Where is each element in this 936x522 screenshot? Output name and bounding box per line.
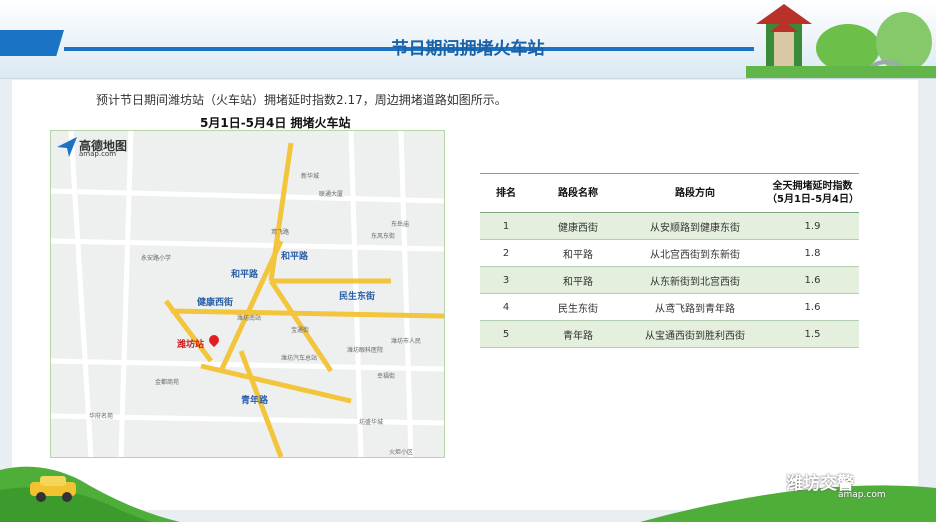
map-place: 东风东街	[371, 233, 396, 240]
table-row: 2 和平路 从北宫西街到东新街 1.8	[480, 239, 859, 267]
cell-direction: 从东新街到北宫西街	[624, 266, 766, 294]
table-row: 1 健康西街 从安顺路到健康东街 1.9	[480, 212, 859, 240]
table-row: 3 和平路 从东新街到北宫西街 1.6	[480, 266, 859, 294]
road-label-heping-2: 和平路	[231, 270, 259, 280]
cell-index: 1.6	[766, 293, 859, 321]
map-place: 鸢飞路	[271, 229, 290, 236]
cell-direction: 从北宫西街到东新街	[624, 239, 766, 267]
cell-rank: 2	[480, 239, 532, 267]
cell-direction: 从安顺路到健康东街	[624, 212, 766, 240]
intro-text: 预计节日期间潍坊站（火车站）拥堵延时指数2.17，周边拥堵道路如图所示。	[96, 93, 507, 107]
map-place: 潍坊南站	[237, 315, 262, 322]
cell-index: 1.6	[766, 266, 859, 294]
map-place: 潍坊眼科医院	[347, 347, 384, 354]
cell-direction: 从宝通西街到胜利西街	[624, 320, 766, 348]
cell-index: 1.9	[766, 212, 859, 240]
map-place: 幸福街	[377, 373, 396, 380]
road-label-qingnian: 青年路	[241, 396, 269, 406]
amap-logo-subtext: amap.com	[79, 150, 117, 158]
watermark-subtext: amap.com	[838, 490, 886, 500]
map-place: 新华城	[301, 173, 320, 180]
col-header-rank: 排名	[480, 173, 532, 213]
cell-direction: 从鸢飞路到青年路	[624, 293, 766, 321]
map-place: 坊盛华城	[359, 419, 384, 426]
page-title: 节日期间拥堵火车站	[391, 39, 545, 59]
congestion-map[interactable]: 高德地图 amap.com 和平路 和平路 健康西街 民生东街 青年路 新华城 …	[50, 130, 445, 458]
map-place: 宝通街	[291, 327, 310, 334]
amap-arrow-icon	[57, 137, 77, 157]
map-place: 潍坊汽车总站	[281, 355, 318, 362]
cell-road: 和平路	[532, 266, 624, 294]
cell-road: 青年路	[532, 320, 624, 348]
car-icon	[30, 476, 76, 502]
cell-road: 民生东街	[532, 293, 624, 321]
map-place: 金都商苑	[155, 379, 180, 386]
station-label: 潍坊站	[177, 340, 205, 350]
cell-index: 1.8	[766, 239, 859, 267]
cell-road: 和平路	[532, 239, 624, 267]
table-row: 4 民生东街 从鸢飞路到青年路 1.6	[480, 293, 859, 321]
map-place: 华府名苑	[89, 413, 114, 420]
map-roads	[51, 131, 444, 457]
congestion-table: 排名 路段名称 路段方向 全天拥堵延时指数 （5月1日-5月4日） 1 健康西街…	[480, 173, 859, 348]
road-label-heping: 和平路	[281, 252, 309, 262]
col-header-index: 全天拥堵延时指数 （5月1日-5月4日）	[766, 173, 859, 213]
cell-rank: 1	[480, 212, 532, 240]
slide-header: 节日期间拥堵火车站	[0, 0, 936, 79]
col-header-direction: 路段方向	[624, 173, 766, 213]
map-place: 永安路小学	[141, 255, 172, 262]
table-row: 5 青年路 从宝通西街到胜利西街 1.5	[480, 320, 859, 348]
map-place: 潍坊市人民	[391, 338, 422, 345]
map-place: 东岳庙	[391, 221, 410, 228]
col-header-road: 路段名称	[532, 173, 624, 213]
cell-rank: 4	[480, 293, 532, 321]
cell-rank: 5	[480, 320, 532, 348]
cell-index: 1.5	[766, 320, 859, 348]
map-title: 5月1日-5月4日 拥堵火车站	[200, 116, 351, 130]
road-label-minsheng: 民生东街	[339, 292, 376, 302]
cell-rank: 3	[480, 266, 532, 294]
map-place: 联通大厦	[319, 191, 344, 198]
cell-road: 健康西街	[532, 212, 624, 240]
amap-logo: 高德地图 amap.com	[57, 137, 153, 159]
road-label-jiankang: 健康西街	[197, 298, 234, 308]
